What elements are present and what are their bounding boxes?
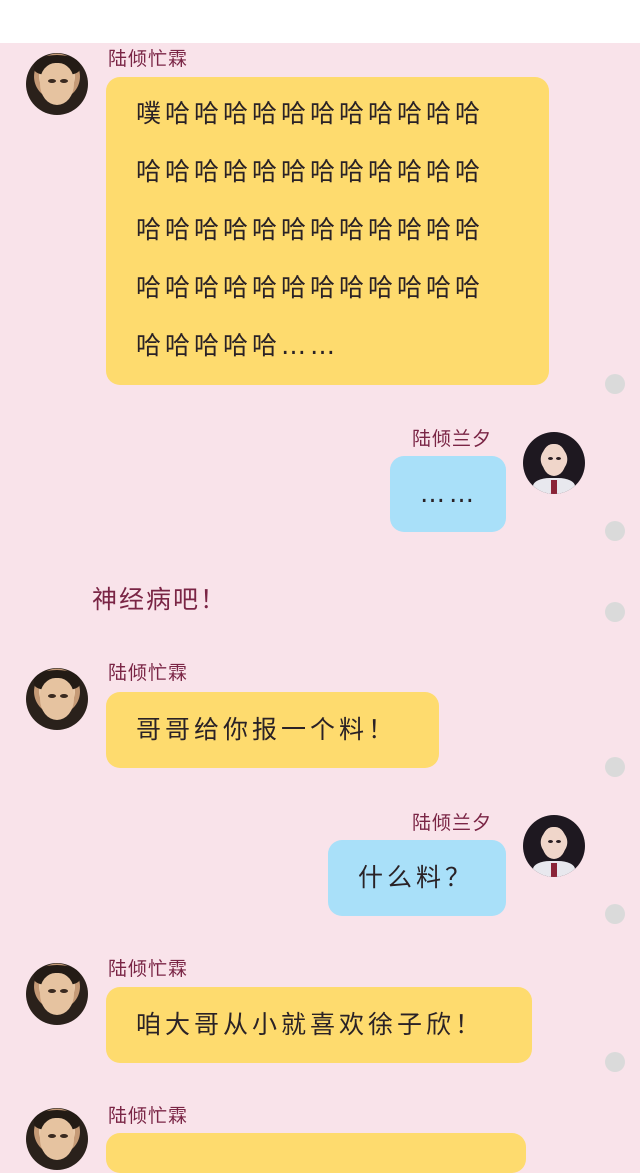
message-line: 哈哈哈哈哈哈哈哈哈哈哈哈 [136, 157, 485, 186]
message-bubble[interactable]: 什么料？ [328, 840, 506, 916]
message-line: 哈哈哈哈哈哈哈哈哈哈哈哈 [136, 273, 485, 302]
status-dot [605, 757, 625, 777]
status-dot [605, 904, 625, 924]
narration-text: 神经病吧！ [92, 585, 228, 614]
sender-name: 陆倾兰夕 [412, 812, 493, 834]
status-dot [605, 602, 625, 622]
message-text: 咱大哥从小就喜欢徐子欣！ [136, 1010, 485, 1039]
sender-name: 陆倾忙霖 [108, 958, 189, 980]
message-text: 什么料？ [358, 863, 475, 892]
message-bubble[interactable]: 哥哥给你报一个料！ [106, 692, 439, 768]
female-avatar[interactable] [523, 815, 585, 877]
male-avatar[interactable] [26, 668, 88, 730]
message-bubble[interactable]: 噗哈哈哈哈哈哈哈哈哈哈哈 哈哈哈哈哈哈哈哈哈哈哈哈 哈哈哈哈哈哈哈哈哈哈哈哈 哈… [106, 77, 549, 385]
top-bar [0, 0, 640, 43]
status-dot [605, 521, 625, 541]
message-bubble[interactable]: 咱大哥从小就喜欢徐子欣！ [106, 987, 532, 1063]
sender-name: 陆倾忙霖 [108, 662, 189, 684]
sender-name: 陆倾忙霖 [108, 1105, 189, 1127]
sender-name: 陆倾兰夕 [412, 428, 493, 450]
message-line: 哈哈哈哈哈哈哈哈哈哈哈哈 [136, 215, 485, 244]
status-dot [605, 1052, 625, 1072]
message-bubble[interactable]: …… [390, 456, 506, 532]
message-line: 噗哈哈哈哈哈哈哈哈哈哈哈 [136, 99, 485, 128]
status-dot [605, 374, 625, 394]
message-text: 哥哥给你报一个料！ [136, 715, 398, 744]
male-avatar[interactable] [26, 963, 88, 1025]
female-avatar[interactable] [523, 432, 585, 494]
male-avatar[interactable] [26, 53, 88, 115]
sender-name: 陆倾忙霖 [108, 48, 189, 70]
male-avatar[interactable] [26, 1108, 88, 1170]
message-text: …… [420, 479, 478, 508]
message-line: 哈哈哈哈哈…… [136, 331, 340, 360]
message-bubble[interactable] [106, 1133, 526, 1173]
